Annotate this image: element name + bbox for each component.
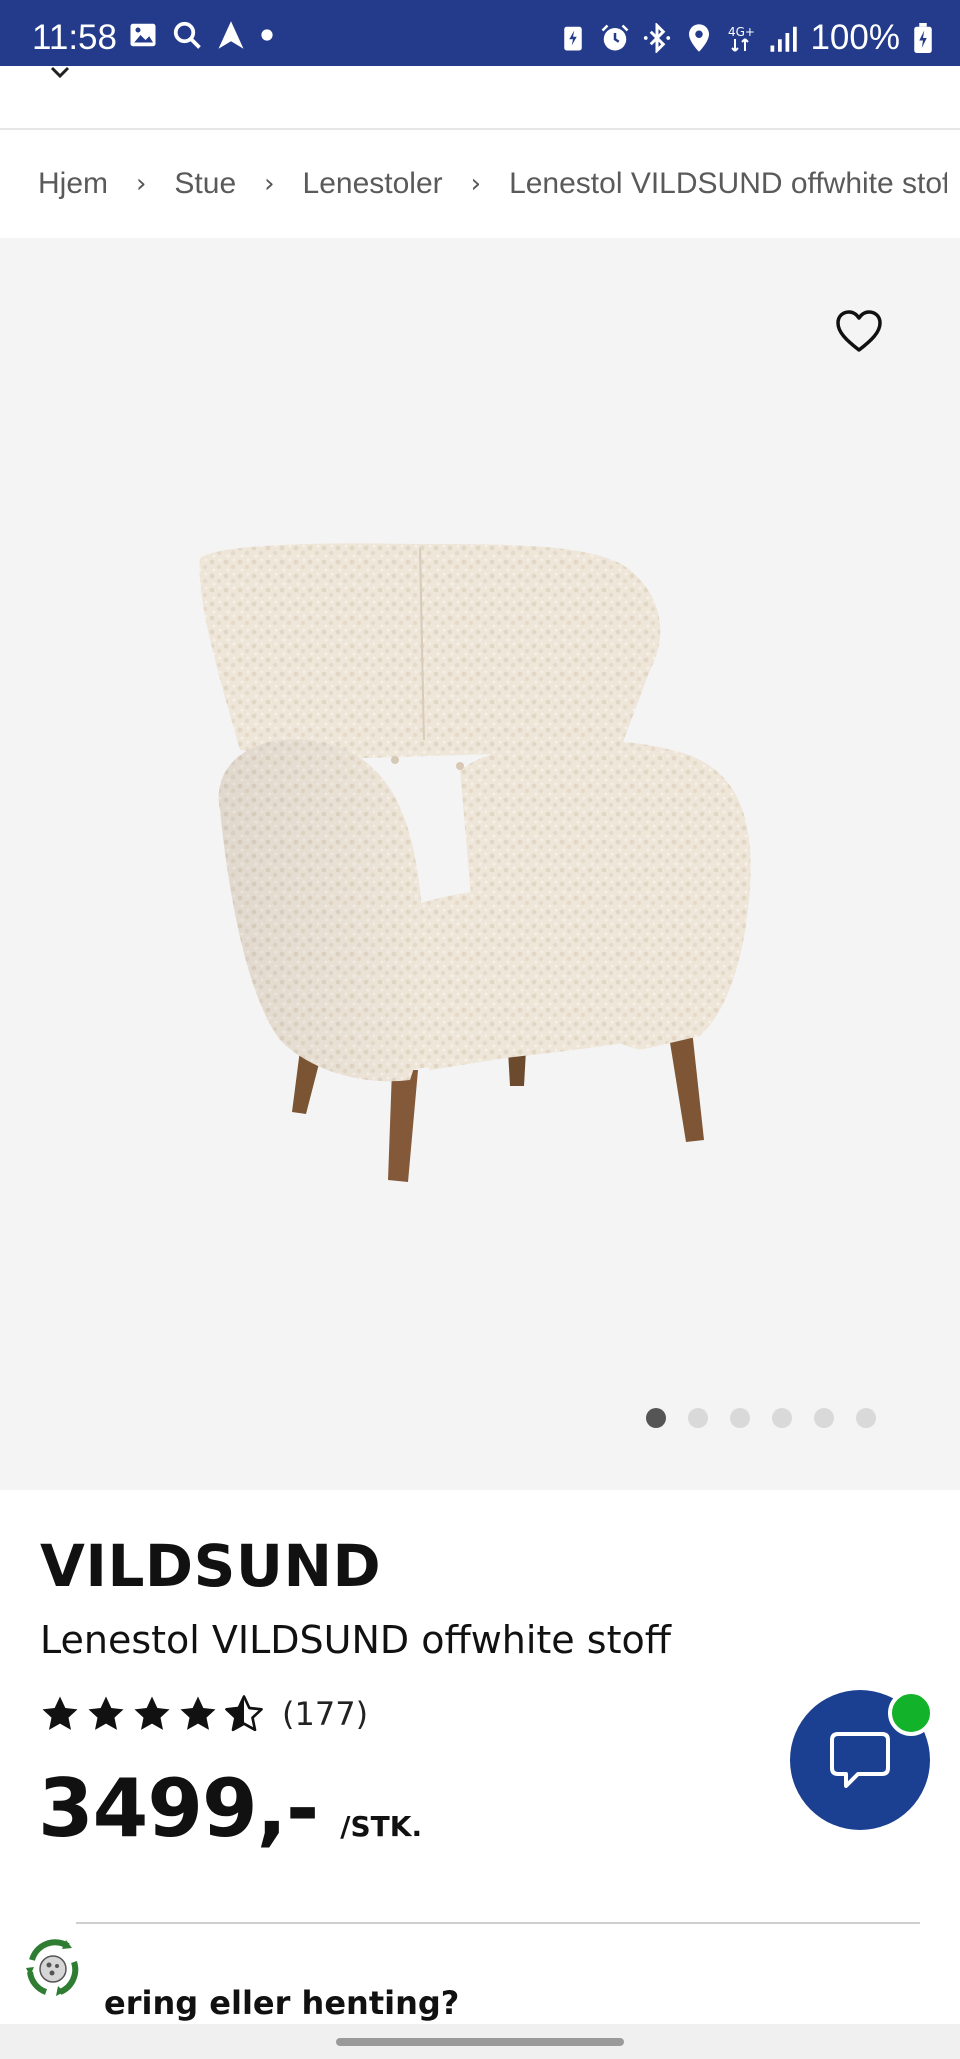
battery-saver-icon (564, 26, 583, 51)
price-value: 3499,- (38, 1762, 319, 1855)
rating-stars (40, 1694, 264, 1734)
carousel-dots (646, 1408, 876, 1428)
carousel-dot-1[interactable] (646, 1408, 666, 1428)
battery-percent: 100% (810, 18, 900, 57)
carousel-dot-4[interactable] (772, 1408, 792, 1428)
svg-text:4G+: 4G+ (728, 25, 755, 39)
carousel-dot-2[interactable] (688, 1408, 708, 1428)
breadcrumb-home[interactable]: Hjem (38, 167, 108, 201)
heart-outline-icon[interactable] (834, 308, 884, 354)
alarm-icon (602, 24, 629, 51)
gallery-icon (130, 23, 156, 47)
product-image-armchair (199, 543, 751, 1182)
network-icon: 4G+ (728, 25, 755, 52)
breadcrumb: Hjem › Stue › Lenestoler › Lenestol VILD… (0, 130, 960, 238)
star-half-icon (225, 1695, 263, 1732)
star-filled-icon (134, 1696, 170, 1730)
breadcrumb-separator: › (470, 169, 482, 199)
product-price: 3499,- /STK. (38, 1762, 422, 1855)
product-brand: VILDSUND (40, 1532, 382, 1600)
status-time: 11:58 (32, 18, 117, 57)
chat-bubble-icon (830, 1732, 890, 1788)
rating-count[interactable]: (177) (282, 1695, 368, 1733)
signal-icon (770, 26, 798, 52)
search-icon (173, 21, 201, 49)
bluetooth-icon (644, 23, 671, 53)
section-divider (76, 1922, 920, 1924)
header-strip (0, 66, 960, 130)
carousel-dot-6[interactable] (856, 1408, 876, 1428)
status-right-icons: 4G+ 100% (558, 18, 934, 58)
chat-online-indicator (888, 1690, 934, 1736)
product-name: Lenestol VILDSUND offwhite stoff (40, 1618, 671, 1662)
status-left-icons (128, 20, 274, 50)
delivery-heading[interactable]: ering eller henting? (104, 1984, 459, 2022)
status-bar: 11:58 4G+ 100% (0, 0, 960, 66)
navigation-icon (218, 21, 244, 49)
breadcrumb-current: Lenestol VILDSUND offwhite stoff (509, 167, 948, 200)
star-filled-icon (180, 1696, 216, 1730)
breadcrumb-separator: › (264, 169, 275, 199)
carousel-dot-3[interactable] (730, 1408, 750, 1428)
breadcrumb-lenestoler[interactable]: Lenestoler (303, 167, 443, 201)
breadcrumb-separator: › (136, 169, 147, 199)
price-unit: /STK. (340, 1810, 423, 1843)
star-filled-icon (88, 1696, 124, 1730)
star-filled-icon (42, 1696, 78, 1730)
home-gesture-handle[interactable] (336, 2038, 624, 2046)
recycle-badge-icon[interactable] (16, 1932, 90, 2006)
carousel-dot-5[interactable] (814, 1408, 834, 1428)
battery-icon (914, 23, 932, 53)
dot-icon (261, 29, 273, 41)
breadcrumb-stue[interactable]: Stue (174, 167, 236, 201)
location-icon (689, 24, 710, 52)
chevron-down-icon[interactable] (44, 66, 84, 82)
product-rating[interactable]: (177) (40, 1694, 368, 1734)
